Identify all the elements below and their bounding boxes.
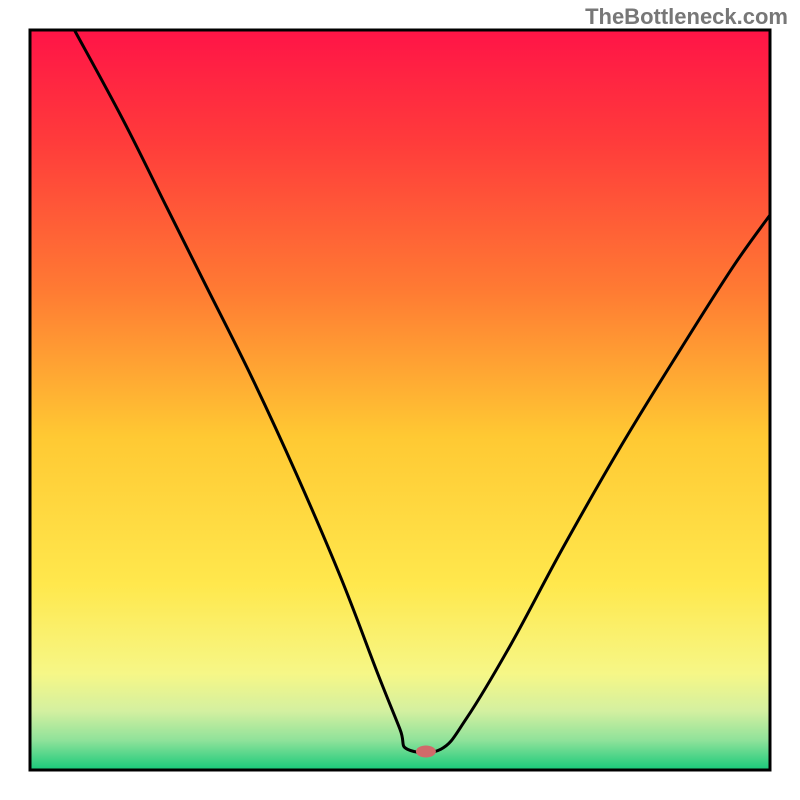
chart-container: { "watermark": "TheBottleneck.com", "cha… bbox=[0, 0, 800, 800]
minimum-marker bbox=[416, 746, 436, 758]
plot-background bbox=[30, 30, 770, 770]
bottleneck-curve-chart bbox=[0, 0, 800, 800]
watermark-text: TheBottleneck.com bbox=[585, 4, 788, 30]
